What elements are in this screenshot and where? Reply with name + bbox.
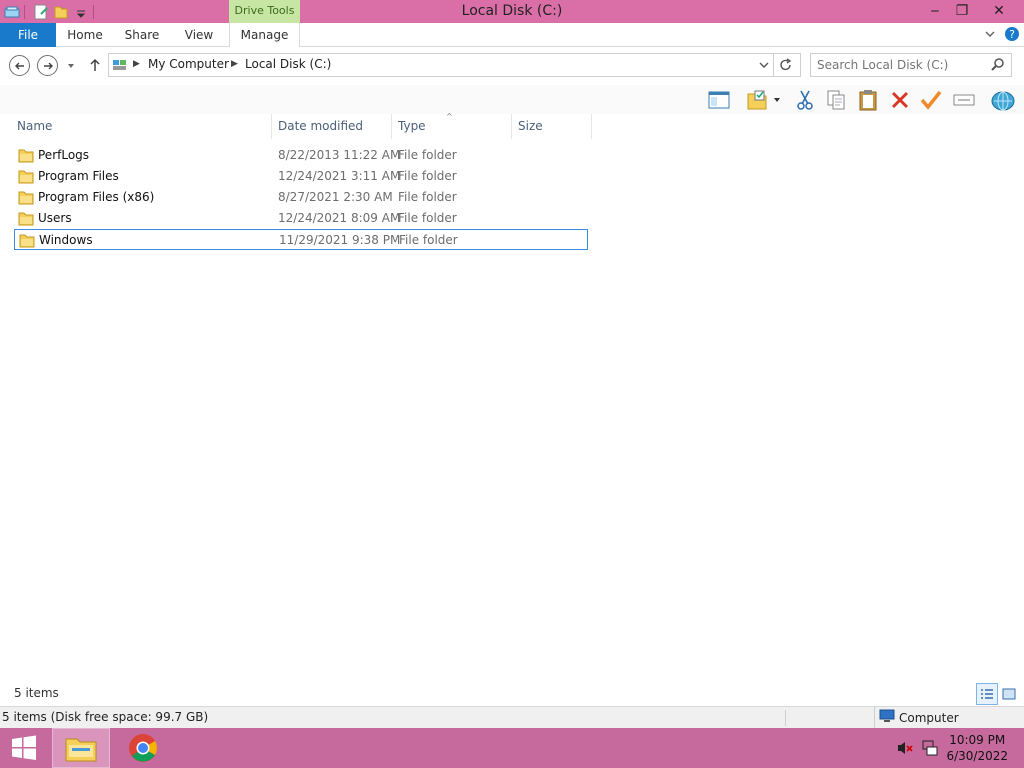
- taskbar: 10:09 PM 6/30/2022: [0, 728, 1024, 768]
- taskbar-file-explorer[interactable]: [52, 728, 110, 768]
- file-name: Program Files (x86): [38, 190, 155, 204]
- file-name: PerfLogs: [38, 148, 90, 162]
- file-date-modified: 12/24/2021 3:11 AM: [278, 169, 401, 183]
- file-date-modified: 8/27/2021 2:30 AM: [278, 190, 393, 204]
- tab-share[interactable]: Share: [114, 23, 170, 47]
- file-name: Program Files: [38, 169, 119, 183]
- file-row[interactable]: Users 12/24/2021 8:09 AM File folder: [14, 208, 588, 229]
- status-divider: [785, 710, 786, 726]
- folder-options-icon[interactable]: [744, 87, 770, 113]
- tab-home[interactable]: Home: [58, 23, 112, 47]
- status-zone-label: Computer: [899, 710, 959, 725]
- up-arrow-icon[interactable]: [88, 57, 102, 76]
- details-view-icon[interactable]: [976, 683, 998, 705]
- address-divider: [773, 54, 774, 76]
- delete-icon[interactable]: [887, 87, 913, 113]
- svg-text:?: ?: [1009, 28, 1015, 41]
- command-toolbar: [0, 85, 1024, 114]
- customize-qat-icon[interactable]: [73, 4, 89, 20]
- clock-time: 10:09 PM: [949, 733, 1006, 747]
- view-toggle: [976, 683, 1020, 705]
- drive-tools-context-tab: Drive Tools: [229, 0, 300, 23]
- minimize-button[interactable]: ‒: [920, 0, 950, 22]
- file-name: Users: [38, 211, 72, 225]
- file-row[interactable]: Program Files (x86) 8/27/2021 2:30 AM File…: [14, 187, 588, 208]
- large-icons-view-icon[interactable]: [998, 683, 1020, 705]
- paste-icon[interactable]: [855, 87, 881, 113]
- computer-icon: [112, 57, 128, 76]
- ribbon-tabs: File Home Share View Manage ?: [0, 23, 1024, 47]
- items-count: 5 items: [14, 686, 59, 700]
- taskbar-chrome[interactable]: [114, 728, 172, 768]
- computer-icon: [879, 709, 895, 726]
- file-name: Windows: [39, 233, 93, 247]
- folder-icon: [18, 169, 34, 187]
- expand-ribbon-icon[interactable]: [983, 27, 997, 44]
- address-bar[interactable]: ▶ My Computer ▶ Local Disk (C:): [108, 53, 801, 77]
- search-box[interactable]: [810, 53, 1012, 77]
- forward-button[interactable]: [37, 55, 58, 76]
- copy-icon[interactable]: [823, 87, 849, 113]
- sort-ascending-icon: ^: [446, 112, 453, 121]
- breadcrumb-item-local-disk[interactable]: Local Disk (C:): [245, 57, 331, 71]
- network-globe-icon[interactable]: [990, 87, 1016, 113]
- restore-button[interactable]: ❐: [947, 0, 977, 22]
- file-type: File folder: [398, 148, 457, 162]
- network-icon[interactable]: [921, 739, 939, 760]
- column-header-size[interactable]: Size: [512, 114, 592, 139]
- file-date-modified: 8/22/2013 11:22 AM: [278, 148, 401, 162]
- search-icon[interactable]: [991, 57, 1005, 74]
- clock[interactable]: 10:09 PM 6/30/2022: [946, 732, 1008, 764]
- column-header-name[interactable]: Name: [11, 114, 272, 139]
- close-button[interactable]: ✕: [984, 0, 1014, 22]
- breadcrumb-item-my-computer[interactable]: My Computer: [148, 57, 229, 71]
- search-input[interactable]: [817, 57, 987, 73]
- file-type: File folder: [399, 233, 458, 247]
- preview-pane-icon[interactable]: [706, 87, 732, 113]
- clock-date: 6/30/2022: [946, 749, 1008, 763]
- select-checkmark-icon[interactable]: [918, 87, 944, 113]
- file-date-modified: 11/29/2021 9:38 PM: [279, 233, 401, 247]
- breadcrumb-chevron-icon[interactable]: ▶: [133, 59, 140, 69]
- file-type: File folder: [398, 211, 457, 225]
- folder-icon: [18, 190, 34, 208]
- address-history-dropdown-icon[interactable]: [758, 59, 770, 74]
- breadcrumb-chevron-icon[interactable]: ▶: [231, 59, 238, 69]
- cut-icon[interactable]: [792, 87, 818, 113]
- help-icon[interactable]: ?: [1004, 26, 1020, 45]
- properties-icon[interactable]: [33, 4, 49, 20]
- new-folder-icon[interactable]: [53, 4, 69, 20]
- file-row[interactable]: PerfLogs 8/22/2013 11:22 AM File folder: [14, 145, 588, 166]
- folder-icon: [19, 233, 35, 251]
- status-zone: Computer: [874, 707, 959, 728]
- rename-icon[interactable]: [951, 87, 977, 113]
- volume-muted-icon[interactable]: [896, 740, 914, 759]
- qat-separator: [24, 4, 25, 19]
- file-type: File folder: [398, 169, 457, 183]
- title-bar: Drive Tools Local Disk (C:) ‒ ❐ ✕: [0, 0, 1024, 23]
- folder-options-dropdown-icon[interactable]: [770, 87, 784, 113]
- folder-icon: [18, 211, 34, 229]
- tab-manage[interactable]: Manage: [229, 23, 300, 47]
- start-button[interactable]: [0, 728, 48, 768]
- folder-icon: [18, 148, 34, 166]
- file-type: File folder: [398, 190, 457, 204]
- window-title: Local Disk (C:): [461, 3, 563, 19]
- file-row[interactable]: Program Files 12/24/2021 3:11 AM File fold…: [14, 166, 588, 187]
- back-button[interactable]: [9, 55, 30, 76]
- file-date-modified: 12/24/2021 8:09 AM: [278, 211, 401, 225]
- quick-access-toolbar: [0, 0, 98, 23]
- tab-view[interactable]: View: [172, 23, 226, 47]
- refresh-icon[interactable]: [779, 57, 793, 76]
- column-header-date-modified[interactable]: Date modified: [272, 114, 392, 139]
- recent-locations-icon[interactable]: [66, 60, 76, 74]
- status-bar: 5 items (Disk free space: 99.7 GB) Compu…: [0, 706, 1024, 728]
- tab-file[interactable]: File: [0, 23, 56, 47]
- file-row[interactable]: Windows 11/29/2021 9:38 PM File folder: [14, 229, 588, 250]
- navigation-bar: ▶ My Computer ▶ Local Disk (C:): [0, 47, 1024, 85]
- qat-separator: [93, 4, 94, 19]
- status-disk-info: 5 items (Disk free space: 99.7 GB): [2, 710, 209, 724]
- explorer-app-icon[interactable]: [4, 4, 20, 20]
